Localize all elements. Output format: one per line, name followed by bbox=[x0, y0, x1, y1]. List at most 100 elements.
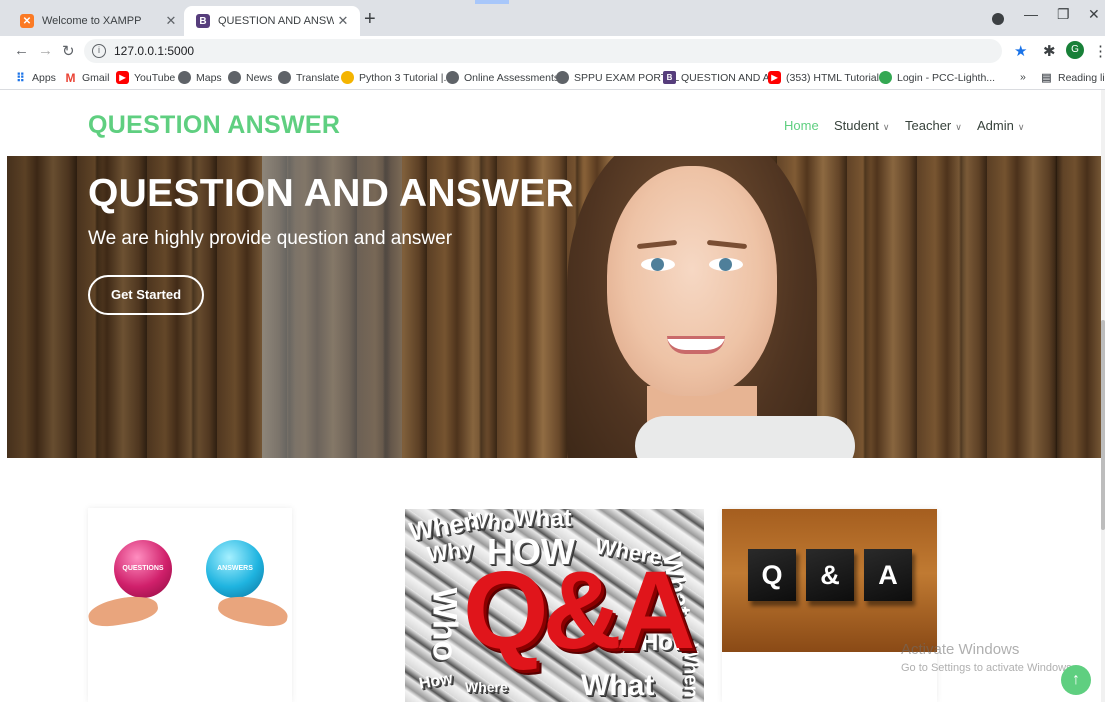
globe-icon bbox=[178, 71, 191, 84]
bookmark-label: Translate bbox=[296, 71, 340, 84]
hero-subtitle: We are highly provide question and answe… bbox=[88, 228, 453, 249]
smile bbox=[667, 336, 725, 354]
globe-icon bbox=[446, 71, 459, 84]
eye bbox=[641, 258, 675, 271]
chevron-down-icon: ∨ bbox=[882, 122, 890, 132]
bootstrap-icon: B bbox=[663, 71, 676, 84]
activate-windows-title: Activate Windows bbox=[901, 641, 1020, 658]
site-logo[interactable]: QUESTION ANSWER bbox=[88, 111, 340, 140]
bookmark-sppu[interactable]: SPPU EXAM PORTAL bbox=[556, 71, 679, 84]
hero-woman-face bbox=[607, 166, 777, 396]
youtube-icon: ▶ bbox=[116, 71, 129, 84]
bookmark-apps[interactable]: ⠿ Apps bbox=[14, 70, 56, 85]
hand-image bbox=[86, 592, 160, 630]
wordcloud-word: What bbox=[513, 509, 572, 532]
tab-close-icon[interactable]: ✕ bbox=[334, 13, 352, 29]
bookmark-label: Gmail bbox=[82, 71, 110, 84]
bookmark-label: Apps bbox=[32, 71, 56, 84]
bookmark-maps[interactable]: Maps bbox=[178, 71, 222, 84]
hand-image bbox=[216, 592, 290, 630]
restore-button[interactable]: ❐ bbox=[1057, 6, 1070, 23]
tab-xampp[interactable]: ✕ Welcome to XAMPP ✕ bbox=[8, 6, 188, 36]
letter-cube: A bbox=[864, 549, 912, 601]
eye bbox=[709, 258, 743, 271]
tab-search-icon[interactable] bbox=[992, 13, 1004, 25]
answers-orb: ANSWERS bbox=[206, 540, 264, 598]
reading-list-button[interactable]: ▤ Reading list bbox=[1040, 71, 1105, 85]
profile-avatar[interactable]: G bbox=[1066, 41, 1084, 59]
wordcloud-word: Where bbox=[465, 679, 508, 695]
new-tab-button[interactable]: + bbox=[364, 9, 376, 29]
bookmark-label: QUESTION AND A... bbox=[681, 71, 779, 84]
nav-student[interactable]: Student ∨ bbox=[834, 118, 889, 133]
bookmark-gmail[interactable]: M Gmail bbox=[64, 70, 110, 85]
bookmark-label: Maps bbox=[196, 71, 222, 84]
tab-question-and-answer[interactable]: B QUESTION AND ANSWER ✕ bbox=[184, 6, 360, 36]
site-navbar: QUESTION ANSWER Home Student ∨ Teacher ∨ A… bbox=[0, 90, 1105, 156]
bookmark-python[interactable]: Python 3 Tutorial |... bbox=[341, 71, 452, 84]
bookmark-label: Login - PCC-Lighth... bbox=[897, 71, 996, 84]
bookmark-label: Online Assessments... bbox=[464, 71, 568, 84]
bookmark-label: YouTube bbox=[134, 71, 176, 84]
nav-admin[interactable]: Admin ∨ bbox=[977, 118, 1024, 133]
tab-strip-indicator bbox=[475, 0, 509, 4]
bookmark-label: News bbox=[246, 71, 273, 84]
eyebrow bbox=[636, 239, 678, 250]
headphones bbox=[635, 416, 855, 458]
forward-arrow-icon[interactable]: → bbox=[38, 42, 53, 59]
arrow-up-icon: ↑ bbox=[1072, 671, 1080, 688]
minimize-button[interactable]: — bbox=[1024, 6, 1038, 22]
get-started-button[interactable]: Get Started bbox=[88, 275, 204, 315]
globe-icon bbox=[278, 71, 291, 84]
back-arrow-icon[interactable]: ← bbox=[14, 42, 29, 59]
close-window-button[interactable]: ✕ bbox=[1088, 6, 1100, 23]
nav-teacher[interactable]: Teacher ∨ bbox=[905, 118, 962, 133]
nav-home[interactable]: Home bbox=[784, 118, 819, 133]
youtube-icon: ▶ bbox=[768, 71, 781, 84]
bookmark-question-and-a[interactable]: B QUESTION AND A... bbox=[663, 71, 778, 84]
address-bar[interactable]: i 127.0.0.1:5000 bbox=[84, 39, 1002, 63]
reading-list-label: Reading list bbox=[1058, 71, 1105, 84]
browser-tab-strip: ✕ Welcome to XAMPP ✕ B QUESTION AND ANSW… bbox=[0, 0, 1105, 36]
card-qa-wordcloud[interactable]: How When What Where How Who What Where HOW Why Wha… bbox=[405, 509, 704, 702]
globe-icon bbox=[556, 71, 569, 84]
bookmark-label: Python 3 Tutorial |... bbox=[359, 71, 453, 84]
apps-grid-icon: ⠿ bbox=[16, 70, 25, 85]
chevron-down-icon: ∨ bbox=[955, 122, 962, 132]
bookmark-label: (353) HTML Tutorial... bbox=[786, 71, 888, 84]
more-bookmarks-label: » bbox=[1020, 71, 1026, 83]
python-icon bbox=[341, 71, 354, 84]
hero-title: QUESTION AND ANSWER bbox=[88, 172, 574, 215]
bookmark-html-tutorial[interactable]: ▶ (353) HTML Tutorial... bbox=[768, 71, 888, 84]
bookmark-youtube[interactable]: ▶ YouTube bbox=[116, 71, 175, 84]
globe-icon bbox=[228, 71, 241, 84]
reading-list-icon: ▤ bbox=[1041, 72, 1052, 84]
back-to-top-button[interactable]: ↑ bbox=[1061, 665, 1091, 695]
eyebrow bbox=[706, 239, 748, 250]
bookmark-online-assessments[interactable]: Online Assessments... bbox=[446, 71, 568, 84]
bookmark-news[interactable]: News bbox=[228, 71, 272, 84]
activate-windows-subtitle: Go to Settings to activate Windows. bbox=[901, 662, 1075, 674]
nav-label: Student bbox=[834, 118, 879, 133]
card-questions-answers[interactable]: QUESTIONS ANSWERS bbox=[86, 508, 292, 702]
tab-title: QUESTION AND ANSWER bbox=[218, 15, 334, 27]
bookmark-star-icon[interactable]: ★ bbox=[1014, 42, 1027, 60]
bookmark-pcc-login[interactable]: Login - PCC-Lighth... bbox=[879, 71, 995, 84]
reload-icon[interactable]: ↻ bbox=[62, 42, 75, 60]
bookmarks-bar: ⠿ Apps M Gmail ▶ YouTube Maps News Translat… bbox=[0, 66, 1105, 90]
nav-label: Home bbox=[784, 118, 819, 133]
bookmark-translate[interactable]: Translate bbox=[278, 71, 339, 84]
questions-orb: QUESTIONS bbox=[114, 540, 172, 598]
tab-close-icon[interactable]: ✕ bbox=[162, 13, 180, 29]
menu-kebab-icon[interactable]: ⋮ bbox=[1093, 42, 1105, 60]
nav-label: Teacher bbox=[905, 118, 952, 133]
browser-toolbar: ← → ↻ i 127.0.0.1:5000 ★ ✱ ⋮ bbox=[0, 36, 1105, 66]
gmail-icon: M bbox=[65, 70, 76, 85]
address-text: 127.0.0.1:5000 bbox=[114, 44, 195, 58]
bootstrap-icon: B bbox=[196, 14, 210, 28]
site-info-icon[interactable]: i bbox=[92, 44, 106, 58]
extensions-puzzle-icon[interactable]: ✱ bbox=[1043, 42, 1056, 60]
qa-cubes-photo: Q & A bbox=[722, 509, 937, 652]
more-bookmarks-button[interactable]: » bbox=[1020, 71, 1026, 83]
scrollbar-thumb[interactable] bbox=[1101, 320, 1105, 530]
